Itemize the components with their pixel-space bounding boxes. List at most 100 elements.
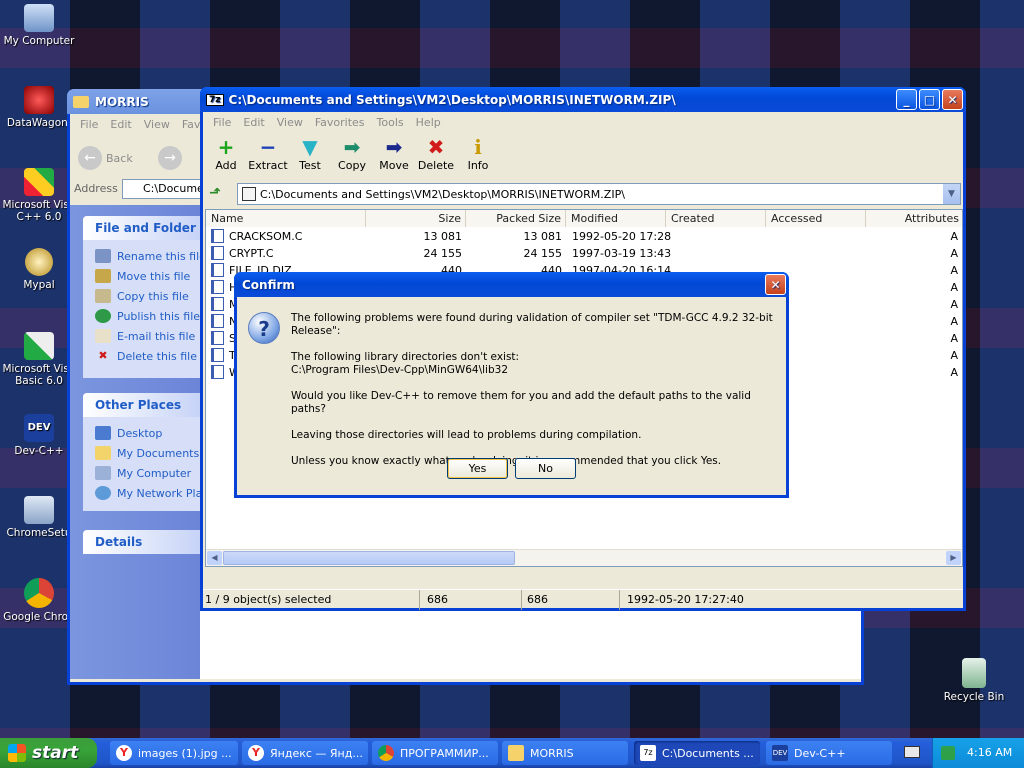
globe-icon	[95, 309, 111, 323]
table-row[interactable]: CRYPT.C 24 155 24 155 1997-03-19 13:43 A	[206, 245, 962, 262]
desktop-icon-label: DataWagon.	[6, 117, 72, 129]
copy-file-link[interactable]: Copy this file	[83, 286, 201, 306]
close-button[interactable]: ✕	[942, 89, 963, 110]
column-name[interactable]: Name	[206, 210, 366, 227]
publish-file-link[interactable]: Publish this file to	[83, 306, 201, 326]
menu-tools[interactable]: Tools	[371, 116, 410, 129]
file-icon	[211, 314, 224, 328]
network-tray-icon[interactable]	[941, 746, 955, 760]
horizontal-scrollbar[interactable]: ◀ ▶	[206, 549, 962, 566]
delete-button[interactable]: ✖ Delete	[415, 135, 457, 172]
desktop-icon-label: Recycle Bin	[943, 691, 1005, 703]
task-yandex[interactable]: Y Яндекс — Янд...	[242, 741, 368, 765]
column-created[interactable]: Created	[666, 210, 766, 227]
desktop-icon-my-computer[interactable]: My Computer	[0, 4, 78, 47]
column-size[interactable]: Size	[366, 210, 466, 227]
address-field[interactable]: C:\Documen	[122, 179, 202, 199]
menu-view[interactable]: View	[271, 116, 309, 129]
task-sevenzip[interactable]: 7z C:\Documents ...	[634, 741, 760, 765]
delete-file-link[interactable]: ✖ Delete this file	[83, 346, 201, 366]
sevenzip-toolbar: + Add − Extract ▼ Test ➡ Copy ➡ Move ✖ Delete …	[205, 135, 499, 172]
table-row[interactable]: CRACKSOM.C 13 081 13 081 1992-05-20 17:2…	[206, 228, 962, 245]
menu-file[interactable]: File	[74, 118, 104, 131]
visual-basic-icon	[24, 332, 54, 360]
network-icon	[95, 486, 111, 500]
panel-title[interactable]: Other Places	[83, 393, 201, 417]
documents-folder-icon	[95, 446, 111, 460]
file-attr: A	[950, 247, 958, 260]
chrome-icon	[24, 578, 54, 608]
menu-view[interactable]: View	[138, 118, 176, 131]
scroll-right-icon[interactable]: ▶	[946, 551, 961, 565]
email-file-link[interactable]: E-mail this file	[83, 326, 201, 346]
window-title: C:\Documents and Settings\VM2\Desktop\MO…	[228, 92, 676, 107]
task-images[interactable]: Yimages (1).jpg ...	[110, 741, 238, 765]
datawagon-icon	[24, 86, 54, 114]
clock[interactable]: 4:16 AM	[967, 746, 1012, 759]
column-packed-size[interactable]: Packed Size	[466, 210, 566, 227]
start-button[interactable]: start	[0, 738, 97, 768]
menu-edit[interactable]: Edit	[237, 116, 270, 129]
forward-button[interactable]: →	[158, 146, 182, 170]
maximize-button[interactable]: □	[919, 89, 940, 110]
menu-favorites[interactable]: Favorites	[309, 116, 371, 129]
desktop-icon-label: Microsoft Visu Basic 6.0	[2, 363, 76, 387]
dialog-titlebar[interactable]: Confirm ✕	[234, 272, 789, 297]
info-button[interactable]: i Info	[457, 135, 499, 172]
desktop-link[interactable]: Desktop	[83, 423, 201, 443]
task-chrome[interactable]: ПРОГРАММИР...	[372, 741, 498, 765]
move-button[interactable]: ➡ Move	[373, 135, 415, 172]
desktop-icon	[95, 426, 111, 440]
menu-edit[interactable]: Edit	[104, 118, 137, 131]
dialog-close-button[interactable]: ✕	[765, 274, 786, 295]
extract-button[interactable]: − Extract	[247, 135, 289, 172]
file-attr: A	[950, 264, 958, 277]
my-documents-link[interactable]: My Documents	[83, 443, 201, 463]
task-morris[interactable]: MORRIS	[502, 741, 628, 765]
test-button[interactable]: ▼ Test	[289, 135, 331, 172]
sevenzip-app-icon: 7z	[206, 93, 224, 106]
sevenzip-icon: 7z	[640, 745, 656, 761]
column-accessed[interactable]: Accessed	[766, 210, 866, 227]
yes-button[interactable]: Yes	[447, 458, 508, 479]
column-attributes[interactable]: Attributes	[866, 210, 962, 227]
file-icon	[211, 263, 224, 277]
file-icon	[211, 280, 224, 294]
file-attr: A	[950, 349, 958, 362]
scroll-left-icon[interactable]: ◀	[207, 551, 222, 565]
desktop-icon-recycle-bin[interactable]: Recycle Bin	[935, 658, 1013, 703]
installer-icon	[24, 496, 54, 524]
dropdown-arrow-icon[interactable]: ▼	[943, 184, 960, 204]
folder-up-button[interactable]: ⬏	[209, 185, 221, 201]
mypal-icon	[25, 248, 53, 276]
menu-file[interactable]: File	[207, 116, 237, 129]
task-devcpp[interactable]: DEV Dev-C++	[766, 741, 892, 765]
start-label: start	[32, 743, 79, 763]
add-button[interactable]: + Add	[205, 135, 247, 172]
my-computer-link[interactable]: My Computer	[83, 463, 201, 483]
file-attr: A	[950, 315, 958, 328]
panel-title[interactable]: Details	[83, 530, 201, 554]
yandex-icon: Y	[248, 745, 264, 761]
move-file-link[interactable]: Move this file	[83, 266, 201, 286]
column-modified[interactable]: Modified	[566, 210, 666, 227]
menu-help[interactable]: Help	[410, 116, 447, 129]
my-network-link[interactable]: My Network Plac	[83, 483, 201, 503]
extract-icon: −	[259, 135, 277, 159]
file-icon	[211, 365, 224, 379]
minimize-button[interactable]: _	[896, 89, 917, 110]
windows-logo-icon	[8, 744, 26, 762]
panel-title[interactable]: File and Folder Tas	[83, 216, 201, 240]
back-button[interactable]: ← Back	[78, 146, 133, 170]
file-attr: A	[950, 366, 958, 379]
path-field[interactable]: C:\Documents and Settings\VM2\Desktop\MO…	[237, 183, 961, 205]
scroll-thumb[interactable]	[223, 551, 515, 565]
rename-file-link[interactable]: Rename this file	[83, 246, 201, 266]
file-icon	[211, 348, 224, 362]
no-button[interactable]: No	[515, 458, 576, 479]
keyboard-icon[interactable]	[904, 746, 920, 758]
copy-arrow-icon: ➡	[343, 135, 361, 159]
sevenzip-titlebar[interactable]: 7z C:\Documents and Settings\VM2\Desktop…	[200, 87, 966, 112]
copy-button[interactable]: ➡ Copy	[331, 135, 373, 172]
test-icon: ▼	[302, 135, 318, 159]
